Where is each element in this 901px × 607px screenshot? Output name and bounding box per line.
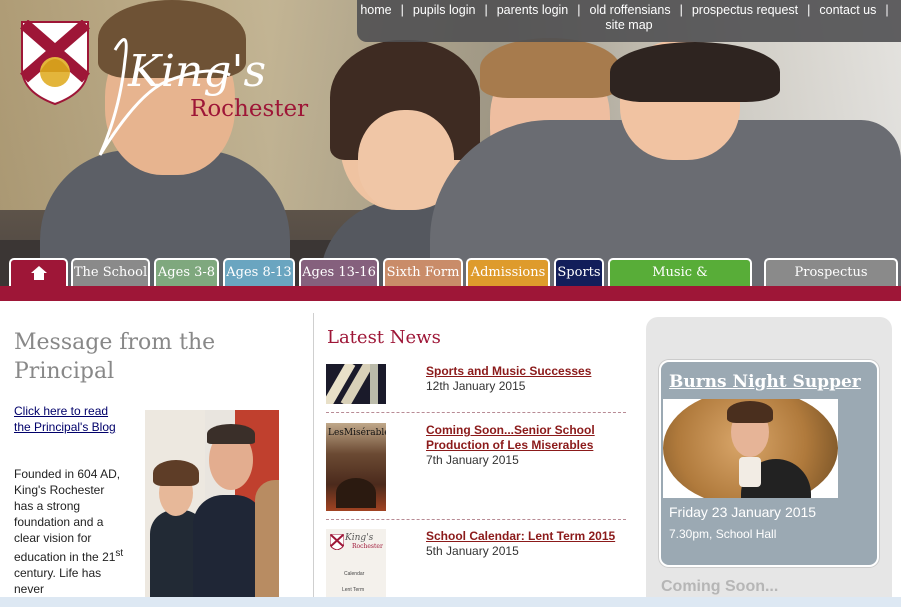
logo-sub-text: Rochester: [190, 96, 308, 122]
news-divider: [326, 519, 626, 520]
news-heading: Latest News: [327, 327, 441, 348]
nav-prospectus-request[interactable]: prospectus request: [692, 3, 798, 17]
tab-sixth-form[interactable]: Sixth Form: [383, 258, 463, 287]
bottom-strip: [0, 597, 901, 607]
tab-admissions[interactable]: Admissions: [466, 258, 550, 287]
news-title-link[interactable]: Coming Soon...Senior School Production o…: [426, 423, 616, 453]
nav-site-map[interactable]: site map: [605, 18, 652, 32]
tab-sports[interactable]: Sports: [554, 258, 604, 287]
home-icon: [30, 266, 47, 280]
coming-soon-heading: Coming Soon...: [661, 578, 779, 595]
news-item[interactable]: Sports and Music Successes 12th January …: [326, 364, 626, 406]
principal-blog-link[interactable]: Click here to read the Principal's Blog: [14, 403, 122, 435]
tab-music-performance[interactable]: Music & Performance: [608, 258, 752, 306]
crest-icon: [330, 534, 344, 550]
news-title-link[interactable]: Sports and Music Successes: [426, 364, 616, 379]
event-date: Friday 23 January 2015: [669, 504, 817, 520]
nav-home[interactable]: home: [360, 3, 391, 17]
column-divider: [313, 313, 314, 603]
tab-home[interactable]: [9, 258, 68, 287]
school-logo[interactable]: King's Rochester: [20, 20, 320, 170]
main-tabs: The School Ages 3-8 Ages 8-13 Ages 13-16…: [0, 258, 901, 306]
event-time: 7.30pm, School Hall: [669, 527, 777, 541]
principal-intro: Founded in 604 AD, King's Rochester has …: [14, 467, 124, 596]
news-date: 12th January 2015: [426, 379, 526, 393]
principal-photo: [145, 410, 279, 597]
news-thumb-les-mis: LesMisérables: [326, 423, 386, 511]
nav-contact-us[interactable]: contact us: [819, 3, 876, 17]
top-navigation: home | pupils login | parents login | old roff…: [357, 0, 901, 42]
tab-underline-bar: [0, 286, 901, 301]
tab-the-school[interactable]: The School: [71, 258, 150, 287]
tab-prospectus-request[interactable]: Prospectus Request: [764, 258, 898, 306]
tab-ages-3-8[interactable]: Ages 3-8: [154, 258, 219, 287]
news-thumb-calendar: King's Rochester Calendar Lent Term: [326, 529, 386, 597]
event-image: [663, 399, 838, 498]
nav-old-roffensians[interactable]: old roffensians: [590, 3, 671, 17]
principal-section: Message from the Principal: [14, 328, 304, 386]
news-thumb-sports: [326, 364, 386, 404]
news-divider: [326, 412, 626, 413]
tab-ages-8-13[interactable]: Ages 8-13: [223, 258, 295, 287]
news-date: 7th January 2015: [426, 453, 519, 467]
page: King's Rochester home | pupils login | paren…: [0, 0, 901, 607]
news-title-link[interactable]: School Calendar: Lent Term 2015: [426, 529, 616, 544]
tab-ages-13-16[interactable]: Ages 13-16: [299, 258, 379, 287]
principal-heading: Message from the Principal: [14, 330, 216, 384]
event-title-link[interactable]: Burns Night Supper: [669, 372, 861, 392]
nav-parents-login[interactable]: parents login: [497, 3, 569, 17]
news-item[interactable]: King's Rochester Calendar Lent Term Scho…: [326, 529, 626, 599]
nav-pupils-login[interactable]: pupils login: [413, 3, 476, 17]
logo-script-text: King's: [127, 46, 266, 97]
news-date: 5th January 2015: [426, 544, 519, 558]
news-item[interactable]: LesMisérables Coming Soon...Senior Schoo…: [326, 423, 626, 513]
hero-banner: King's Rochester: [0, 0, 901, 287]
